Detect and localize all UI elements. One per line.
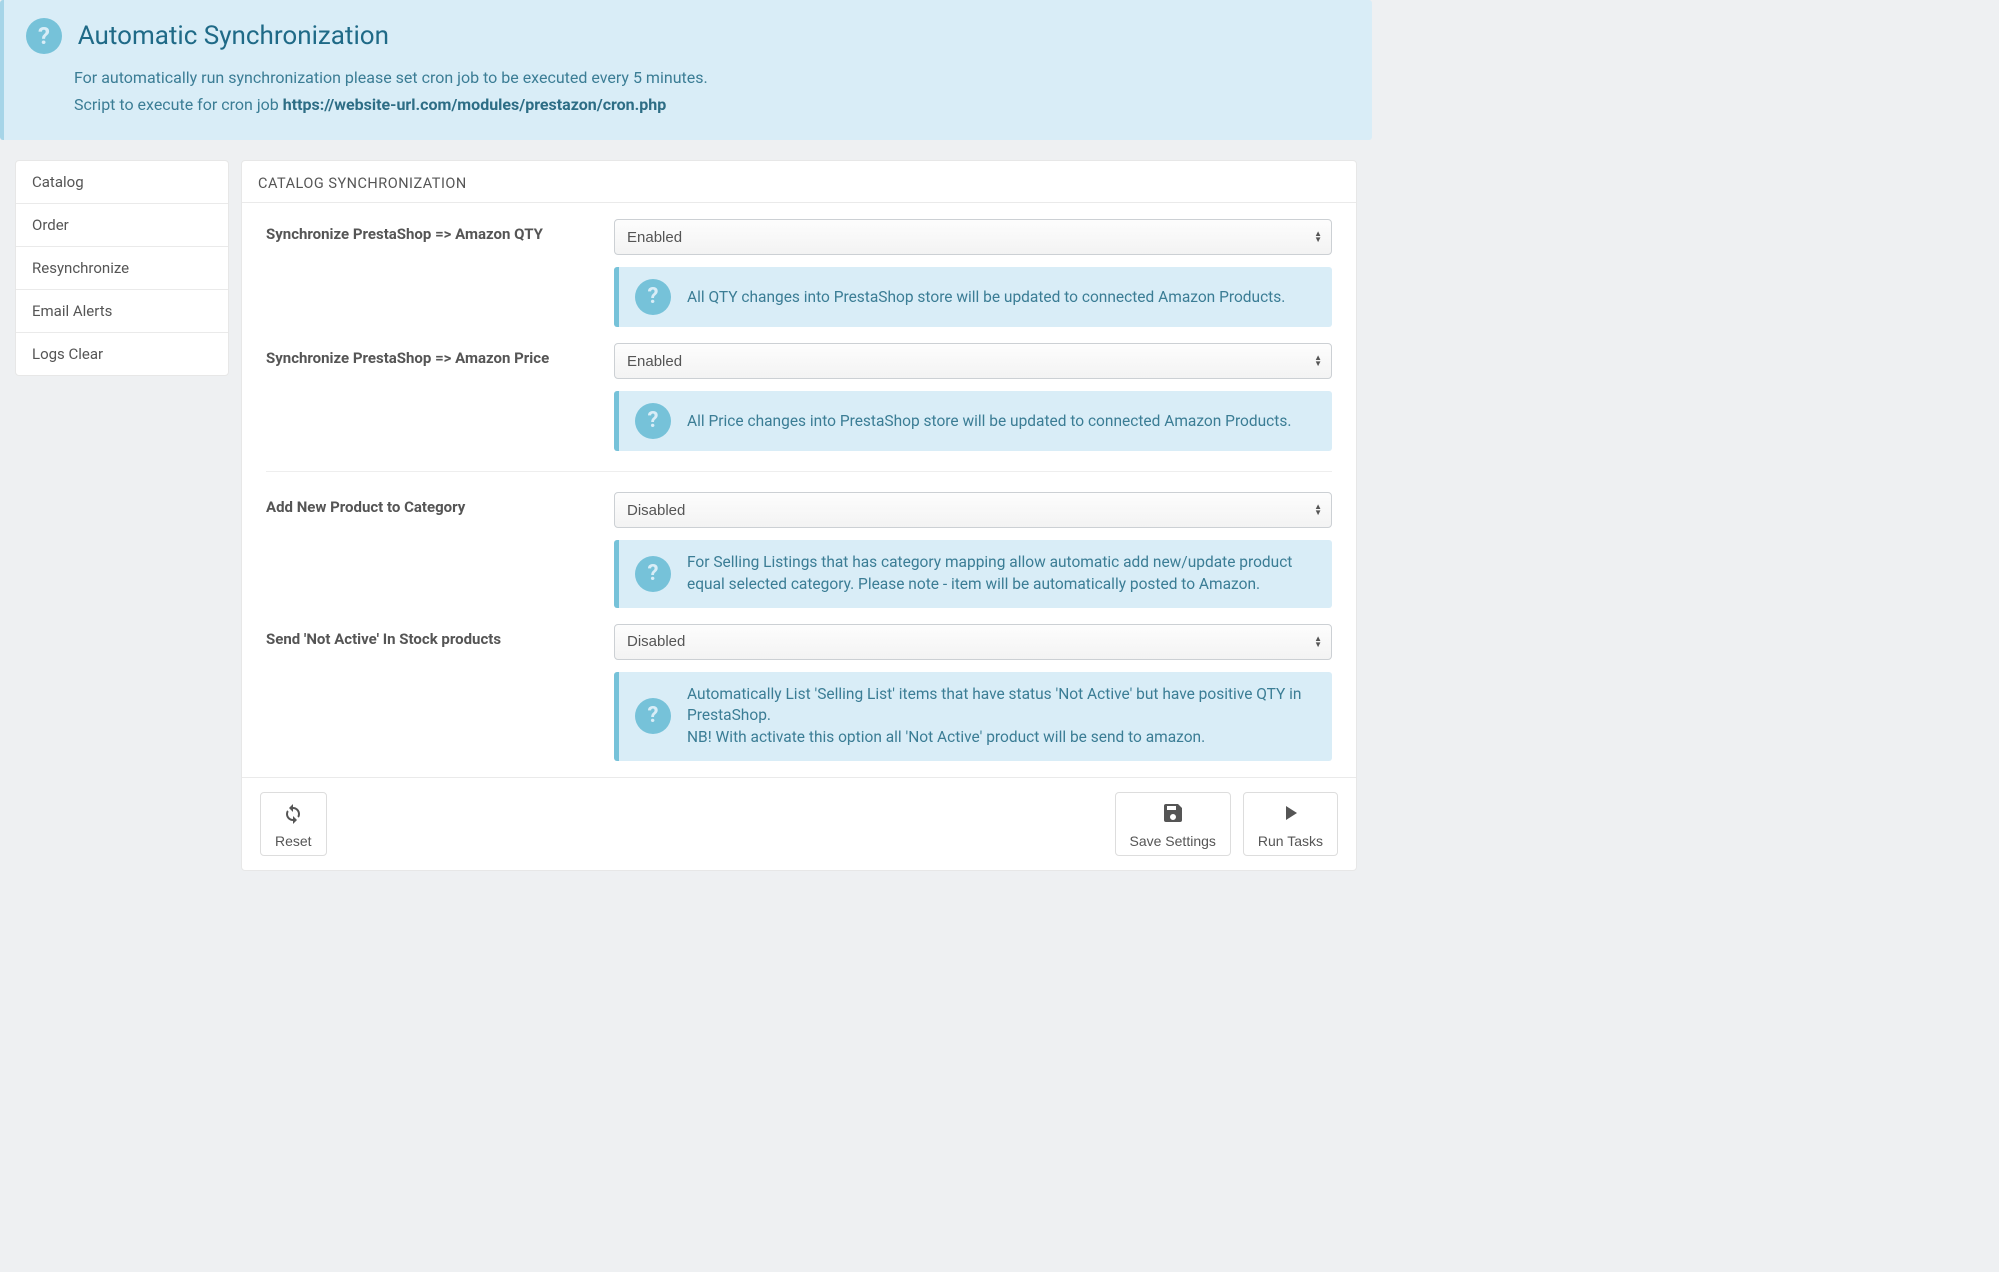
reset-label: Reset xyxy=(275,833,312,849)
help-icon: ? xyxy=(26,18,62,54)
refresh-icon xyxy=(281,801,305,829)
select-not-active[interactable]: Disabled xyxy=(614,624,1332,660)
hint-sync-price: ? All Price changes into PrestaShop stor… xyxy=(614,391,1332,451)
hint-not-active: ? Automatically List 'Selling List' item… xyxy=(614,672,1332,761)
select-sync-qty[interactable]: Enabled xyxy=(614,219,1332,255)
sidebar-item-logs-clear[interactable]: Logs Clear xyxy=(16,333,228,375)
sidebar-item-order[interactable]: Order xyxy=(16,204,228,246)
sidebar-item-resynchronize[interactable]: Resynchronize xyxy=(16,247,228,289)
alert-title: Automatic Synchronization xyxy=(78,21,389,51)
save-icon xyxy=(1161,801,1185,829)
sidebar-nav: Catalog Order Resynchronize Email Alerts… xyxy=(15,160,229,870)
label-add-new-product: Add New Product to Category xyxy=(266,492,614,607)
save-settings-button[interactable]: Save Settings xyxy=(1115,792,1231,856)
reset-button[interactable]: Reset xyxy=(260,792,327,856)
help-icon: ? xyxy=(635,279,671,315)
alert-line2: Script to execute for cron job https://w… xyxy=(74,91,1350,118)
help-icon: ? xyxy=(635,403,671,439)
row-sync-qty: Synchronize PrestaShop => Amazon QTY Ena… xyxy=(266,219,1332,343)
hint-sync-qty: ? All QTY changes into PrestaShop store … xyxy=(614,267,1332,327)
save-label: Save Settings xyxy=(1130,833,1216,849)
row-add-new-product: Add New Product to Category Disabled ▲▼ … xyxy=(266,492,1332,623)
row-not-active: Send 'Not Active' In Stock products Disa… xyxy=(266,624,1332,777)
sidebar-item-catalog[interactable]: Catalog xyxy=(16,161,228,203)
label-not-active: Send 'Not Active' In Stock products xyxy=(266,624,614,761)
help-icon: ? xyxy=(635,556,671,592)
cron-url: https://website-url.com/modules/prestazo… xyxy=(283,95,667,114)
run-label: Run Tasks xyxy=(1258,833,1323,849)
help-icon: ? xyxy=(635,698,671,734)
row-sync-price: Synchronize PrestaShop => Amazon Price E… xyxy=(266,343,1332,472)
alert-line1: For automatically run synchronization pl… xyxy=(74,64,1350,91)
panel-footer: Reset Save Settings Run Tasks xyxy=(242,777,1356,870)
hint-add-new-product: ? For Selling Listings that has category… xyxy=(614,540,1332,607)
run-tasks-button[interactable]: Run Tasks xyxy=(1243,792,1338,856)
label-sync-qty: Synchronize PrestaShop => Amazon QTY xyxy=(266,219,614,327)
sidebar-item-email-alerts[interactable]: Email Alerts xyxy=(16,290,228,332)
top-alert: ? Automatic Synchronization For automati… xyxy=(0,0,1372,140)
select-sync-price[interactable]: Enabled xyxy=(614,343,1332,379)
settings-panel: CATALOG SYNCHRONIZATION Synchronize Pres… xyxy=(241,160,1357,870)
label-sync-price: Synchronize PrestaShop => Amazon Price xyxy=(266,343,614,451)
play-icon xyxy=(1278,801,1302,829)
select-add-new-product[interactable]: Disabled xyxy=(614,492,1332,528)
panel-heading: CATALOG SYNCHRONIZATION xyxy=(242,161,1356,203)
